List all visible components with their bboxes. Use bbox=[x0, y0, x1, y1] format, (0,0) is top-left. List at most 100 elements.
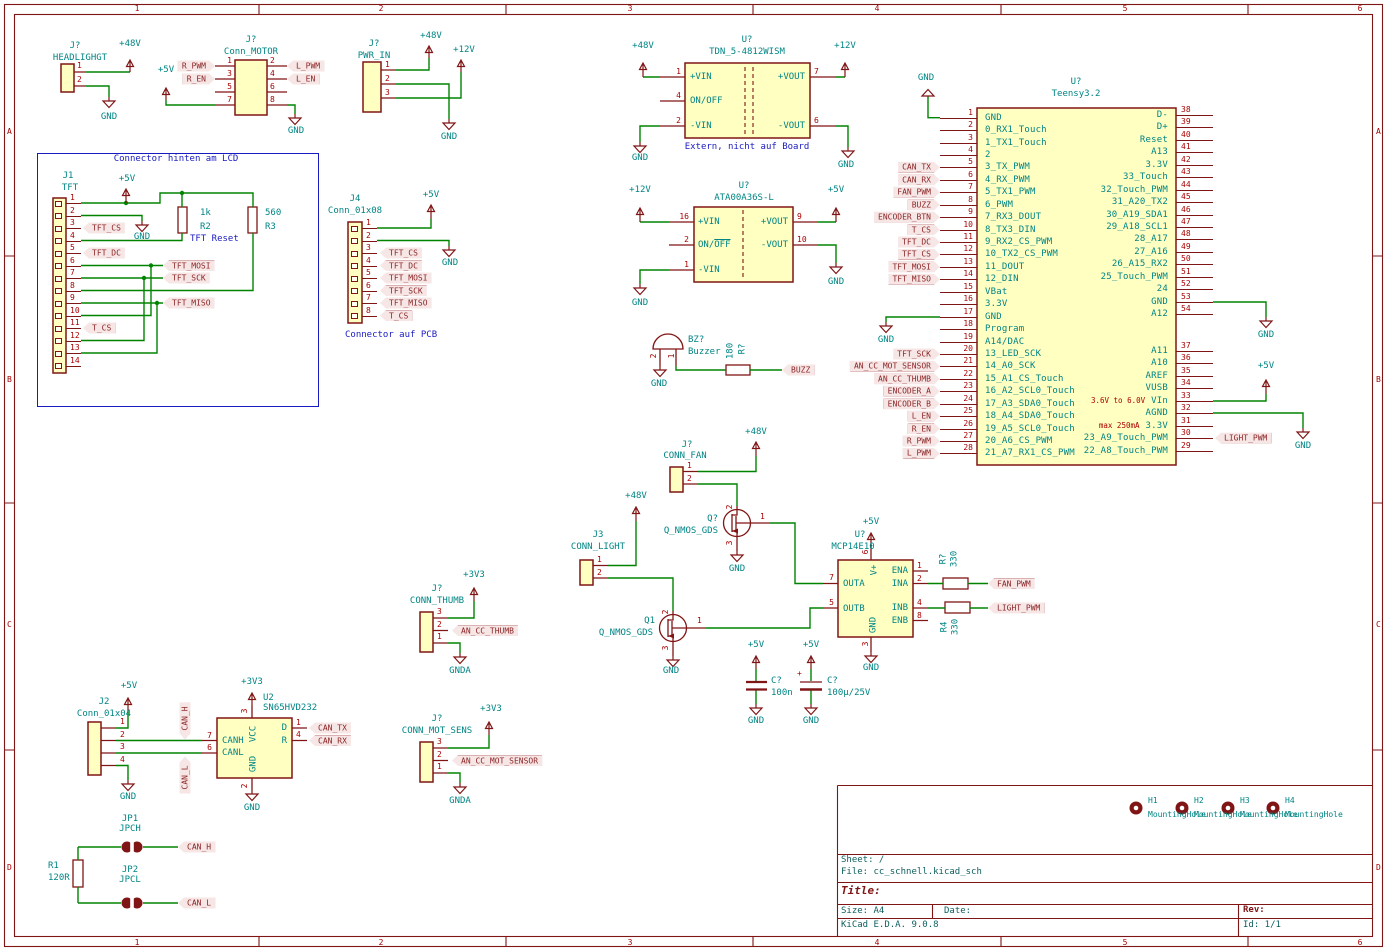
j1-ref[interactable]: J1 bbox=[63, 172, 74, 181]
power-label[interactable]: +48V bbox=[625, 492, 647, 501]
net-label[interactable]: T_CS bbox=[83, 323, 115, 334]
r3-ref[interactable]: R3 bbox=[265, 223, 276, 232]
conn-thumb-value[interactable]: CONN_THUMB bbox=[410, 597, 464, 606]
net-label[interactable]: BUZZ bbox=[782, 365, 814, 376]
q1-ref[interactable]: Q1 bbox=[644, 617, 655, 626]
solder-jumper-jp1[interactable] bbox=[122, 840, 143, 854]
gnd-label[interactable]: GND bbox=[863, 664, 879, 673]
gnd-label[interactable]: GND bbox=[632, 299, 648, 308]
power-label[interactable]: +5V bbox=[423, 191, 439, 200]
q-fan-value[interactable]: Q_NMOS_GDS bbox=[664, 527, 718, 536]
conn-light-value[interactable]: CONN_LIGHT bbox=[571, 543, 625, 552]
power-label[interactable]: +3V3 bbox=[480, 705, 502, 714]
gnd-label[interactable]: GND bbox=[101, 113, 117, 122]
net-label[interactable]: TFT_MOSI bbox=[888, 261, 940, 272]
net-label[interactable]: CAN_TX bbox=[309, 723, 351, 734]
net-label[interactable]: AN_CC_MOT_SENSOR bbox=[452, 755, 542, 766]
gnd-label[interactable]: GNDA bbox=[449, 667, 471, 676]
power-label[interactable]: +48V bbox=[745, 428, 767, 437]
net-label[interactable]: TFT_CS bbox=[83, 223, 125, 234]
headlight-ref[interactable]: J? bbox=[70, 42, 81, 51]
conn-thumb-ref[interactable]: J? bbox=[432, 585, 443, 594]
pwr-in-ref[interactable]: J? bbox=[369, 40, 380, 49]
conn-fan-value[interactable]: CONN_FAN bbox=[663, 452, 706, 461]
net-label[interactable]: AN_CC_MOT_SENSOR bbox=[850, 361, 940, 372]
net-label[interactable]: T_CS bbox=[380, 310, 412, 321]
gnd-label[interactable]: GND bbox=[729, 565, 745, 574]
net-label[interactable]: CAN_H bbox=[180, 702, 191, 739]
c2-ref[interactable]: C? bbox=[827, 677, 838, 686]
jp2-ref[interactable]: JP2 bbox=[122, 866, 138, 875]
buzzer-value[interactable]: Buzzer bbox=[688, 348, 721, 357]
power-label[interactable]: +3V3 bbox=[241, 678, 263, 687]
gnd-label[interactable]: GND bbox=[288, 127, 304, 136]
net-label[interactable]: AN_CC_THUMB bbox=[874, 373, 940, 384]
j1-value[interactable]: TFT bbox=[62, 184, 78, 193]
net-label[interactable]: R_EN bbox=[908, 423, 940, 434]
h3-ref[interactable]: H3 bbox=[1240, 797, 1250, 805]
net-label[interactable]: L_EN bbox=[287, 74, 319, 85]
conn-motor-ref[interactable]: J? bbox=[246, 36, 257, 45]
conn-fan-ref[interactable]: J? bbox=[682, 441, 693, 450]
power-label[interactable]: +48V bbox=[632, 42, 654, 51]
h2-ref[interactable]: H2 bbox=[1194, 797, 1204, 805]
tdn-ref[interactable]: U? bbox=[742, 36, 753, 45]
teensy-ref[interactable]: U? bbox=[1071, 78, 1082, 87]
r1-ref[interactable]: R1 bbox=[48, 862, 59, 871]
ata-value[interactable]: ATA00A36S-L bbox=[714, 194, 774, 203]
c1-ref[interactable]: C? bbox=[771, 677, 782, 686]
power-label[interactable]: +12V bbox=[453, 46, 475, 55]
gnd-label[interactable]: GND bbox=[663, 667, 679, 676]
gnd-label[interactable]: GND bbox=[878, 336, 894, 345]
power-label[interactable]: +5V bbox=[119, 175, 135, 184]
gnd-label[interactable]: GND bbox=[442, 259, 458, 268]
r4-value[interactable]: 330 bbox=[952, 619, 961, 635]
power-label[interactable]: +5V bbox=[158, 66, 174, 75]
net-label[interactable]: TFT_DC bbox=[83, 248, 125, 259]
net-label[interactable]: TFT_MISO bbox=[888, 274, 940, 285]
net-label[interactable]: TFT_MOSI bbox=[163, 260, 215, 271]
net-label[interactable]: L_EN bbox=[908, 411, 940, 422]
net-label[interactable]: R_EN bbox=[183, 74, 215, 85]
mosfet-q-fan[interactable] bbox=[724, 510, 751, 537]
power-label[interactable]: +5V bbox=[121, 682, 137, 691]
net-label[interactable]: CAN_L bbox=[178, 898, 215, 909]
ata-ref[interactable]: U? bbox=[739, 182, 750, 191]
net-label[interactable]: ENCODER_A bbox=[884, 386, 940, 397]
h1-ref[interactable]: H1 bbox=[1148, 797, 1158, 805]
gnd-label[interactable]: GND bbox=[651, 380, 667, 389]
net-label[interactable]: TFT_MISO bbox=[163, 298, 215, 309]
net-label[interactable]: CAN_L bbox=[180, 756, 191, 793]
net-label[interactable]: ENCODER_BTN bbox=[874, 212, 940, 223]
gnd-label[interactable]: GND bbox=[803, 717, 819, 726]
net-label[interactable]: CAN_RX bbox=[309, 735, 351, 746]
rfan-value[interactable]: 330 bbox=[951, 551, 960, 567]
net-label[interactable]: TFT_MOSI bbox=[380, 273, 432, 284]
net-label[interactable]: R_PWM bbox=[178, 61, 215, 72]
power-label[interactable]: +3V3 bbox=[463, 571, 485, 580]
net-label[interactable]: ENCODER_B bbox=[884, 398, 940, 409]
gnd-label[interactable]: GNDA bbox=[449, 797, 471, 806]
solder-jumper-jp2[interactable] bbox=[122, 896, 143, 910]
jp1-ref[interactable]: JP1 bbox=[122, 815, 138, 824]
net-label[interactable]: R_PWM bbox=[903, 436, 940, 447]
h4-ref[interactable]: H4 bbox=[1285, 797, 1295, 805]
net-label[interactable]: FAN_PWM bbox=[988, 578, 1035, 589]
power-label[interactable]: +48V bbox=[119, 40, 141, 49]
net-label[interactable]: TFT_SCK bbox=[380, 285, 427, 296]
c2-value[interactable]: 100µ/25V bbox=[827, 689, 870, 698]
gnd-label[interactable]: GND bbox=[134, 233, 150, 242]
r4-ref[interactable]: R4 bbox=[941, 622, 950, 633]
net-label[interactable]: FAN_PWM bbox=[893, 187, 940, 198]
r1-value[interactable]: 120R bbox=[48, 874, 70, 883]
net-label[interactable]: CAN_TX bbox=[898, 162, 940, 173]
conn-mot-sens-ref[interactable]: J? bbox=[432, 715, 443, 724]
power-label[interactable]: +12V bbox=[629, 186, 651, 195]
r2-value[interactable]: 1k bbox=[200, 209, 211, 218]
buzzer-ref[interactable]: BZ? bbox=[688, 336, 704, 345]
power-label[interactable]: +12V bbox=[834, 42, 856, 51]
conn-mot-sens-value[interactable]: CONN_MOT_SENS bbox=[402, 727, 472, 736]
net-label[interactable]: TFT_CS bbox=[380, 248, 422, 259]
jp1-value[interactable]: JPCH bbox=[119, 825, 141, 834]
gnd-label[interactable]: GND bbox=[918, 74, 934, 83]
